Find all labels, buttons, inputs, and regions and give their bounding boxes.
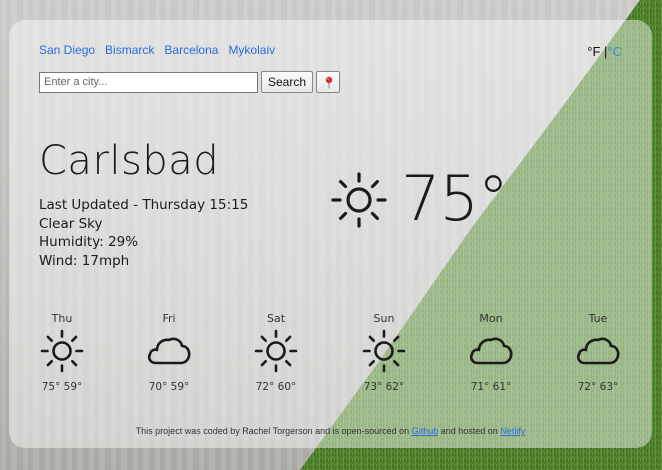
forecast: Thu 75° 59° Fri 70° 59° Sat 72° 60° Sun … [9, 312, 652, 402]
celsius-toggle[interactable]: °C [607, 44, 622, 59]
forecast-temps: 73° 62° [363, 381, 405, 393]
sun-icon [331, 172, 387, 228]
fahrenheit-toggle[interactable]: °F [587, 44, 600, 59]
footer: This project was coded by Rachel Torgers… [9, 426, 652, 436]
current-location-button[interactable] [316, 71, 341, 93]
forecast-day-name: Fri [162, 312, 176, 325]
search-form: Search [39, 71, 341, 93]
cloud-icon [147, 337, 191, 365]
unit-toggle: °F |°C [587, 44, 622, 59]
forecast-temps: 72° 60° [255, 381, 297, 393]
forecast-day: Sat 72° 60° [246, 312, 306, 393]
city-search-input[interactable] [39, 71, 258, 93]
current-details: Last Updated - Thursday 15:15 Clear Sky … [39, 196, 248, 270]
forecast-day-name: Mon [479, 312, 503, 325]
forecast-temps: 75° 59° [41, 381, 83, 393]
weather-card: San Diego Bismarck Barcelona Mykolaiv °F… [9, 20, 652, 448]
sun-icon [40, 329, 84, 373]
forecast-day: Mon 71° 61° [461, 312, 521, 393]
forecast-day-name: Thu [51, 312, 73, 325]
current-temperature: 75° [401, 162, 509, 235]
netlify-link[interactable]: Netlify [500, 426, 525, 436]
search-button[interactable]: Search [261, 71, 314, 93]
map-pin-icon [325, 76, 333, 89]
wind-speed: Wind: 17mph [39, 252, 130, 269]
cloud-icon [469, 337, 513, 365]
city-link-barcelona[interactable]: Barcelona [164, 43, 218, 57]
city-links: San Diego Bismarck Barcelona Mykolaiv [39, 43, 275, 57]
forecast-day: Sun 73° 62° [354, 312, 414, 393]
forecast-day: Tue 72° 63° [568, 312, 628, 393]
city-link-mykolaiv[interactable]: Mykolaiv [228, 43, 275, 57]
footer-text: This project was coded by Rachel Torgers… [135, 426, 410, 436]
forecast-temps: 70° 59° [148, 381, 190, 393]
forecast-temps: 71° 61° [470, 381, 512, 393]
forecast-day: Fri 70° 59° [139, 312, 199, 393]
weather-description: Clear Sky [39, 215, 103, 232]
forecast-day-name: Sun [373, 312, 395, 325]
last-updated: Last Updated - Thursday 15:15 [39, 197, 249, 213]
forecast-day-name: Sat [266, 312, 286, 325]
city-link-bismarck[interactable]: Bismarck [105, 43, 154, 57]
city-link-san-diego[interactable]: San Diego [39, 43, 95, 57]
sun-icon [362, 329, 406, 373]
sun-icon [254, 329, 298, 373]
cloud-icon [576, 337, 620, 365]
footer-text-middle: and hosted on [440, 426, 498, 436]
humidity: Humidity: 29% [39, 234, 139, 250]
city-name: Carlsbad [39, 138, 220, 184]
forecast-day-name: Tue [588, 312, 608, 325]
forecast-temps: 72° 63° [577, 381, 619, 393]
forecast-day: Thu 75° 59° [32, 312, 92, 393]
github-link[interactable]: Github [412, 426, 439, 436]
